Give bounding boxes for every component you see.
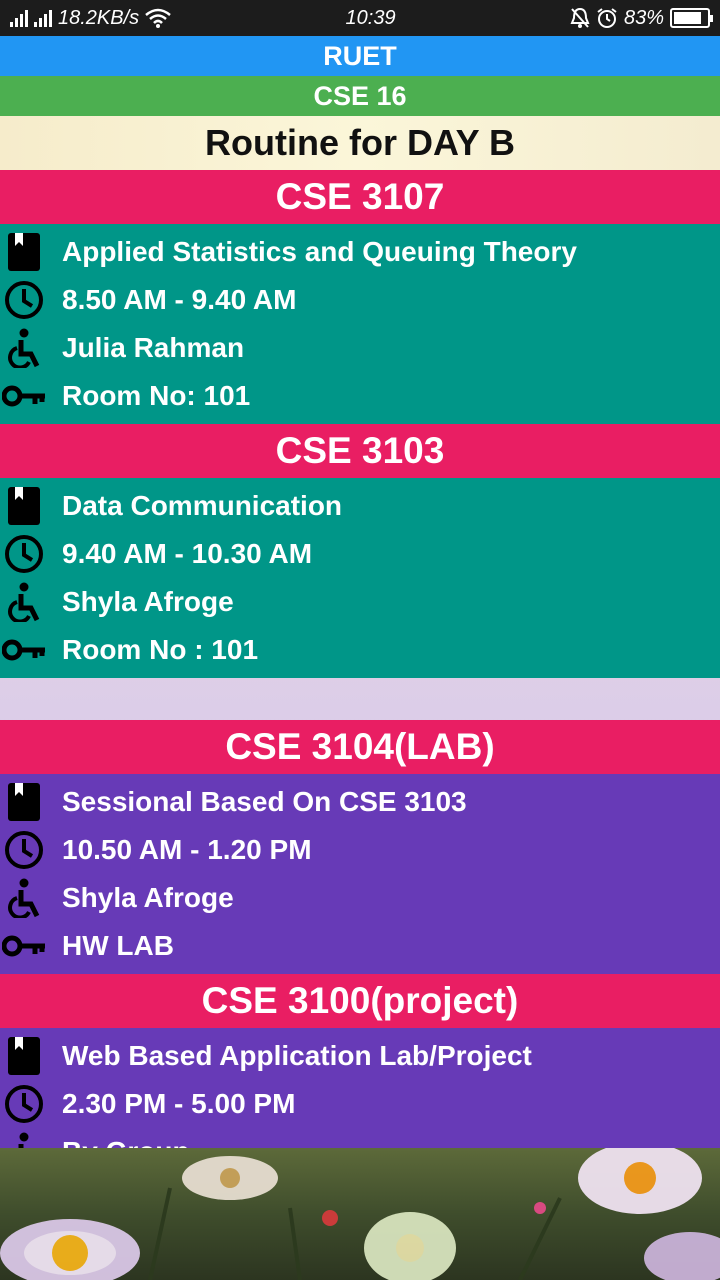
clock-icon (0, 530, 48, 578)
course-time-row: 8.50 AM - 9.40 AM (0, 276, 720, 324)
status-right: 83% (570, 6, 713, 30)
book-icon (0, 482, 48, 530)
course-title: Sessional Based On CSE 3103 (62, 786, 467, 817)
course-teacher: Shyla Afroge (62, 586, 234, 617)
course-time-row: 2.30 PM - 5.00 PM (0, 1080, 720, 1128)
course-room-row: HW LAB (0, 922, 720, 970)
person-icon (0, 578, 48, 626)
person-icon (0, 324, 48, 372)
signal-icon (34, 9, 52, 27)
clock-icon (0, 276, 48, 324)
course-time-row: 9.40 AM - 10.30 AM (0, 530, 720, 578)
course-teacher-row: Julia Rahman (0, 324, 720, 372)
course-code: CSE 3104(LAB) (0, 720, 720, 774)
course-room-row: Room No : 101 (0, 626, 720, 674)
status-bar: 18.2KB/s 10:39 83% (0, 0, 720, 36)
wifi-icon (145, 8, 171, 28)
course-title-row: Sessional Based On CSE 3103 (0, 778, 720, 826)
course-time: 8.50 AM - 9.40 AM (62, 284, 297, 315)
book-icon (0, 778, 48, 826)
course-room: HW LAB (62, 930, 174, 961)
course-title: Applied Statistics and Queuing Theory (62, 236, 577, 267)
mute-bell-icon (570, 7, 590, 28)
net-speed: 18.2KB/s (58, 6, 140, 29)
batch-bar: CSE 16 (0, 76, 720, 116)
course-title: Web Based Application Lab/Project (62, 1040, 532, 1071)
course-card[interactable]: Applied Statistics and Queuing Theory 8.… (0, 224, 720, 424)
course-room: Room No : 101 (62, 634, 259, 665)
flower-background (0, 1148, 720, 1280)
course-time-row: 10.50 AM - 1.20 PM (0, 826, 720, 874)
person-icon (0, 874, 48, 922)
status-left: 18.2KB/s (10, 7, 171, 30)
course-teacher: Shyla Afroge (62, 882, 234, 913)
battery-percent: 83% (623, 6, 664, 29)
course-teacher-row: Shyla Afroge (0, 874, 720, 922)
signal-icon (10, 9, 28, 27)
key-icon (0, 626, 48, 674)
day-title: Routine for DAY B (0, 116, 720, 170)
course-code: CSE 3100(project) (0, 974, 720, 1028)
course-card[interactable]: Sessional Based On CSE 3103 10.50 AM - 1… (0, 774, 720, 974)
flower-painting (0, 1148, 720, 1280)
course-card[interactable]: Data Communication 9.40 AM - 10.30 AM Sh… (0, 478, 720, 678)
course-title-row: Web Based Application Lab/Project (0, 1032, 720, 1080)
course-code: CSE 3103 (0, 424, 720, 478)
course-title: Data Communication (62, 490, 343, 521)
alarm-icon (597, 8, 617, 28)
course-title-row: Data Communication (0, 482, 720, 530)
battery-fill (673, 12, 701, 24)
key-icon (0, 372, 48, 420)
course-title-row: Applied Statistics and Queuing Theory (0, 228, 720, 276)
course-time: 10.50 AM - 1.20 PM (62, 834, 312, 865)
clock-time: 10:39 (345, 6, 396, 29)
clock-icon (0, 1080, 48, 1128)
course-code: CSE 3107 (0, 170, 720, 224)
battery-icon (669, 8, 713, 28)
book-icon (0, 1032, 48, 1080)
course-room: Room No: 101 (62, 380, 251, 411)
course-time: 9.40 AM - 10.30 AM (62, 538, 313, 569)
course-teacher-row: Shyla Afroge (0, 578, 720, 626)
clock-icon (0, 826, 48, 874)
course-time: 2.30 PM - 5.00 PM (62, 1088, 296, 1119)
course-teacher: Julia Rahman (62, 332, 245, 363)
course-room-row: Room No: 101 (0, 372, 720, 420)
key-icon (0, 922, 48, 970)
book-icon (0, 228, 48, 276)
university-bar: RUET (0, 36, 720, 76)
break-gap (0, 678, 720, 720)
